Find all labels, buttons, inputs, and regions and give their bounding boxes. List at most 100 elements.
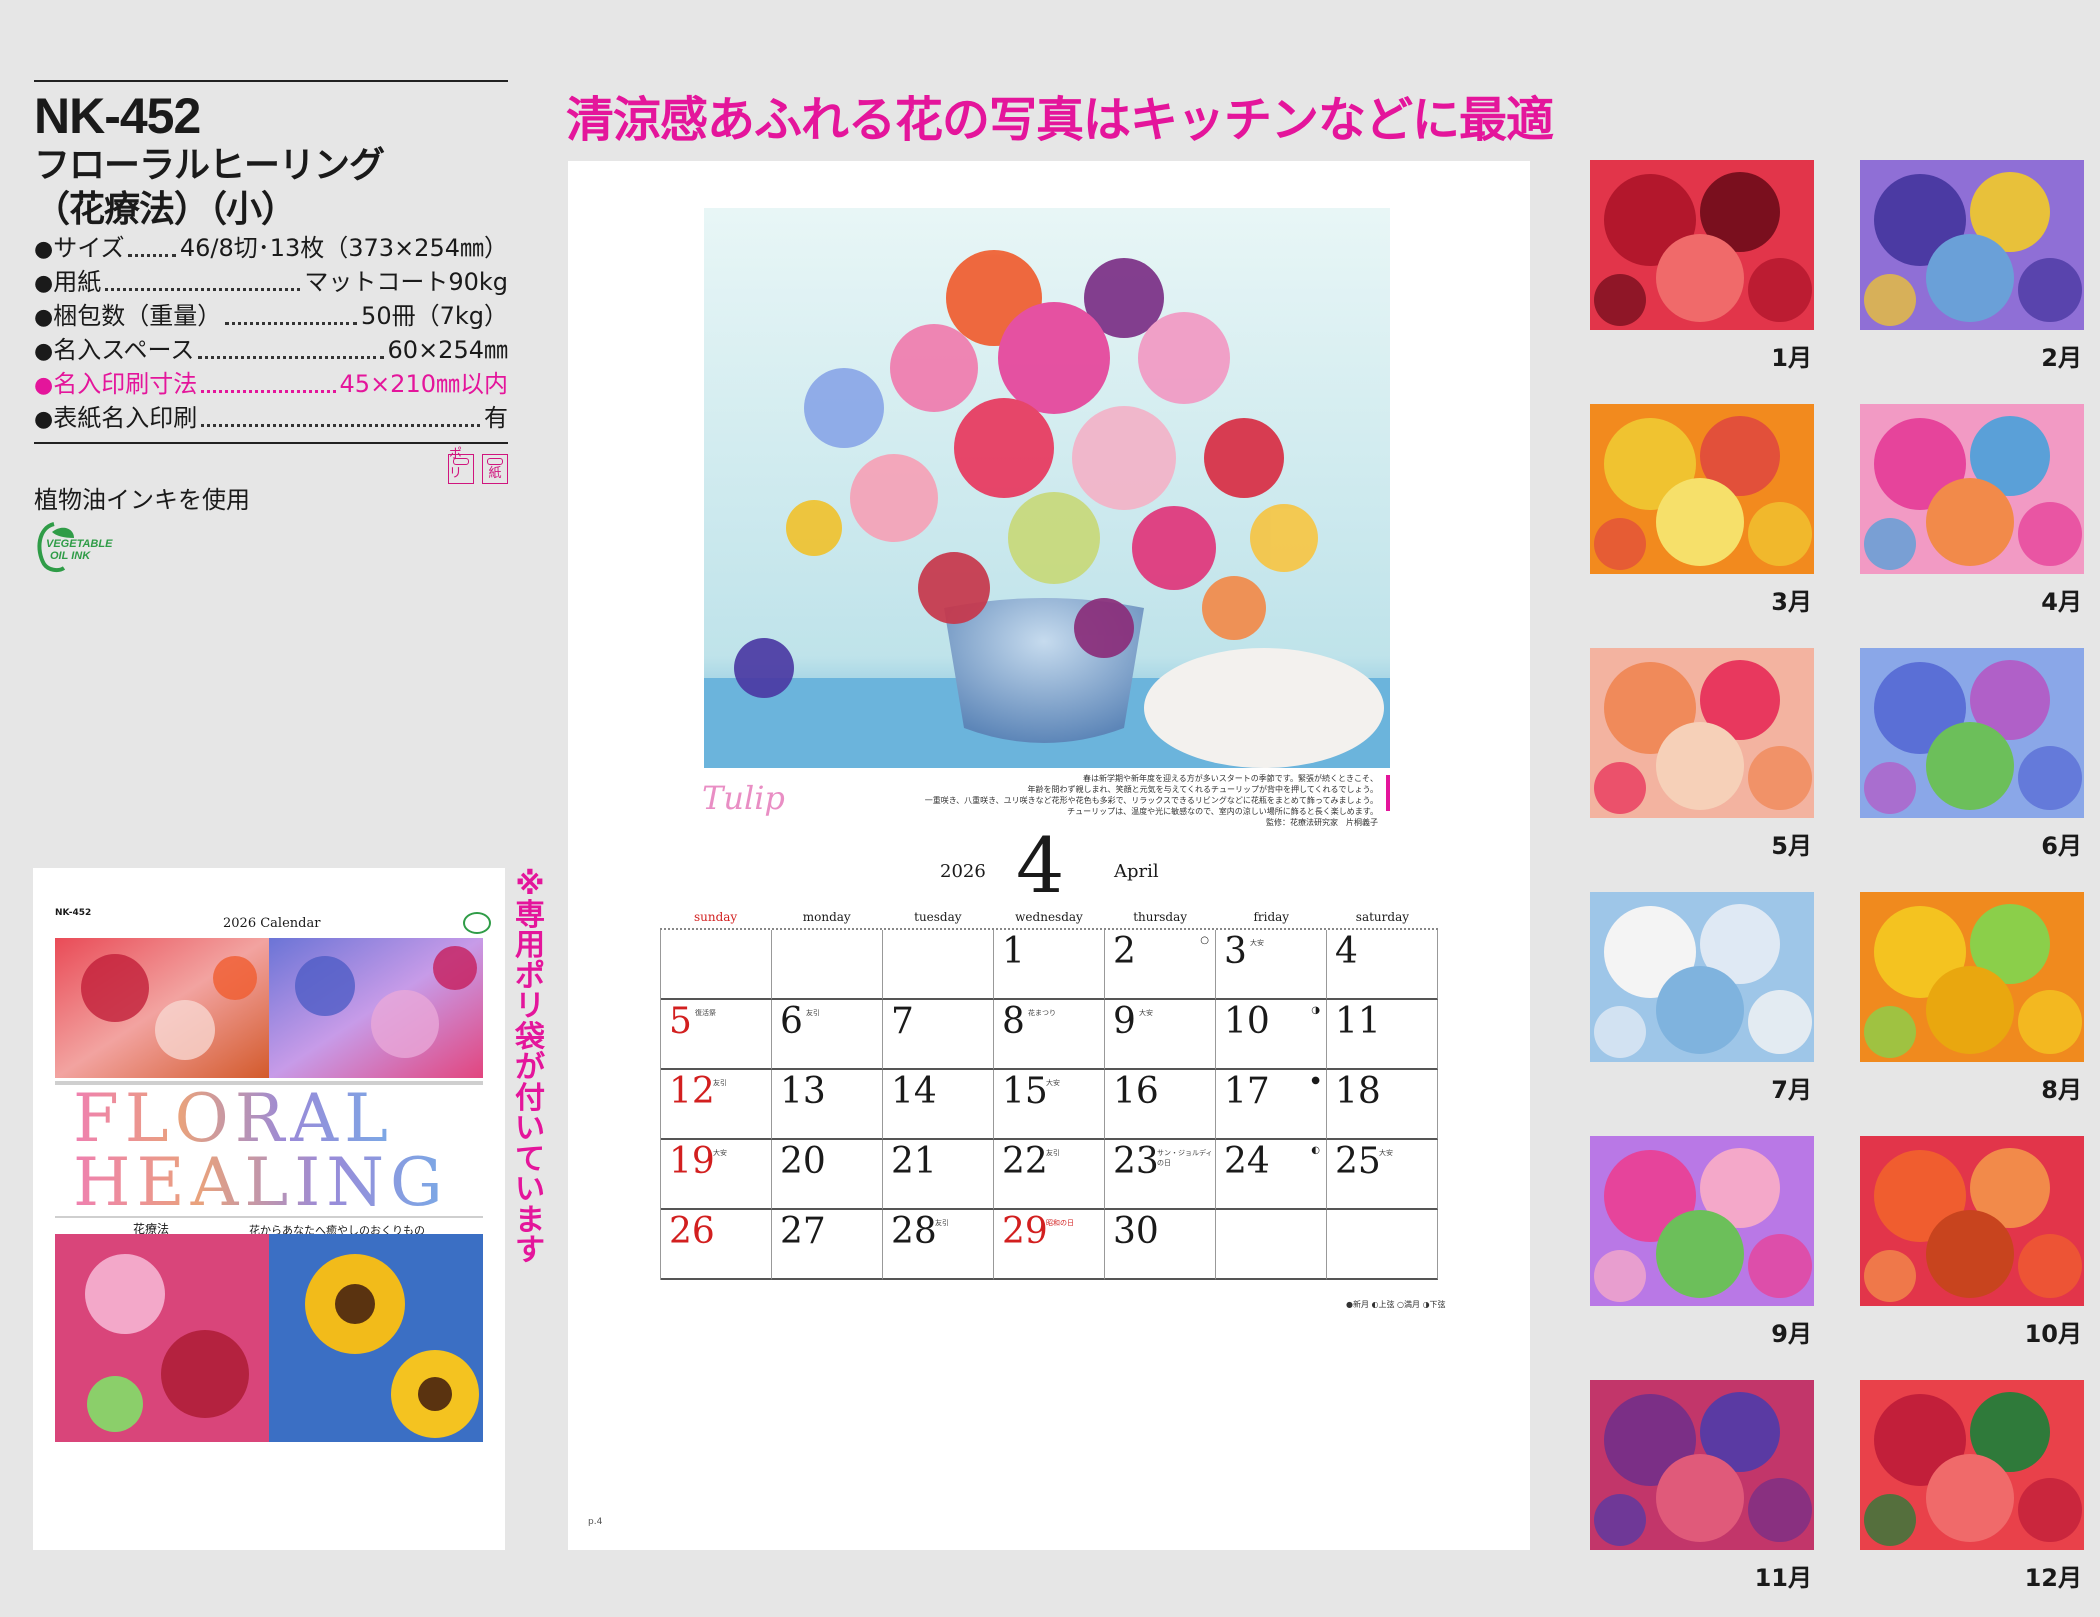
moon-phase-icon: ● xyxy=(1311,1075,1320,1086)
calendar-day-cell: 13 xyxy=(772,1070,883,1140)
day-note: 友引 xyxy=(806,1009,820,1017)
day-number: 5 xyxy=(669,1001,692,1042)
calendar-day-cell: 30 xyxy=(1105,1210,1216,1280)
spec-leader xyxy=(201,368,336,393)
weekday-tuesday: tuesday xyxy=(914,910,962,924)
page-number: p.4 xyxy=(588,1517,603,1527)
month-photo-thumbnail xyxy=(1590,160,1814,330)
weekday-thursday: thursday xyxy=(1133,910,1188,924)
month-label: 5月 xyxy=(1771,832,1812,860)
desc-line: 春は新学期や新年度を迎える方が多いスタートの季節です。緊張が続くときこそ、 xyxy=(1083,774,1378,783)
month-photo-thumbnail xyxy=(1860,1380,2084,1550)
calendar-day-cell: 12 友引 xyxy=(661,1070,772,1140)
month-label: 7月 xyxy=(1771,1076,1812,1104)
day-number: 23 xyxy=(1113,1141,1159,1182)
calendar-day-cell: 8 花まつり xyxy=(994,1000,1105,1070)
spec-value: 50冊（7kg） xyxy=(361,302,508,330)
month-photo-thumbnail xyxy=(1860,160,2084,330)
headline: 清涼感あふれる花の写真はキッチンなどに最適 xyxy=(566,92,1554,148)
day-number: 13 xyxy=(780,1071,826,1112)
day-note: 復活祭 xyxy=(695,1009,716,1017)
day-number: 15 xyxy=(1002,1071,1048,1112)
day-number: 6 xyxy=(780,1001,803,1042)
day-number: 7 xyxy=(891,1001,914,1042)
calendar-cover-preview: NK-452 2026 Calendar FLORAL HEALING 花療法 … xyxy=(33,868,505,1550)
tulip-bouquet-photo xyxy=(704,208,1390,768)
day-note: 友引 xyxy=(713,1079,727,1087)
month-photo-thumbnail xyxy=(1860,1136,2084,1306)
flower-name: Tulip xyxy=(702,779,785,817)
desc-line: チューリップは、温度や光に敏感なので、室内の涼しい場所に飾ると長く楽しめます。 xyxy=(1067,807,1378,816)
month-label: 6月 xyxy=(2041,832,2082,860)
day-number: 27 xyxy=(780,1211,826,1252)
spec-value: マットコート90kg xyxy=(304,268,508,296)
day-number: 21 xyxy=(891,1141,937,1182)
calendar-day-cell: 19 大安 xyxy=(661,1140,772,1210)
day-number: 17 xyxy=(1224,1071,1270,1112)
month-photo-thumbnail xyxy=(1590,404,1814,574)
month-label: 9月 xyxy=(1771,1320,1812,1348)
month-label: 12月 xyxy=(2024,1564,2082,1592)
cover-calendar-label: 2026 Calendar xyxy=(223,916,321,931)
day-number: 10 xyxy=(1224,1001,1270,1042)
moon-phase-icon: ○ xyxy=(1200,935,1209,946)
product-title-line2: （花療法）（小） xyxy=(34,189,297,230)
day-note: サン・ジョルディの日 xyxy=(1157,1149,1213,1167)
spec-leader xyxy=(105,266,301,291)
day-number: 19 xyxy=(669,1141,715,1182)
month-label: 4月 xyxy=(2041,588,2082,616)
cover-brand: NK-452 xyxy=(55,908,92,918)
spec-leader xyxy=(225,300,358,325)
moon-phase-icon: ◑ xyxy=(1311,1005,1320,1016)
day-number: 30 xyxy=(1113,1211,1159,1252)
spec-top-rule xyxy=(34,80,508,82)
moon-phase-icon: ◐ xyxy=(1311,1145,1320,1156)
spec-list: ●サイズ 46/8切･13枚（373×254㎜） ●用紙 マットコート90kg ●梱包数… xyxy=(34,232,508,436)
calendar-day-cell: 4 xyxy=(1327,930,1438,1000)
ink-note: 植物油インキを使用 xyxy=(34,486,250,514)
weekday-wednesday: wednesday xyxy=(1015,910,1083,924)
spec-value: 有 xyxy=(484,404,508,432)
day-number: 26 xyxy=(669,1211,715,1252)
day-number: 2 xyxy=(1113,931,1136,972)
month-photo-thumbnail xyxy=(1590,648,1814,818)
weekday-saturday: saturday xyxy=(1355,910,1410,924)
calendar-day-cell: 6 友引 xyxy=(772,1000,883,1070)
day-number: 4 xyxy=(1335,931,1358,972)
day-number: 9 xyxy=(1113,1001,1136,1042)
spec-label: 名入スペース xyxy=(53,336,195,364)
calendar-day-cell: 22 友引 xyxy=(994,1140,1105,1210)
spec-label: 名入印刷寸法 xyxy=(53,370,198,398)
day-note: 大安 xyxy=(1139,1009,1153,1017)
day-note: 昭和の日 xyxy=(1046,1219,1074,1227)
calendar-month-number: 4 xyxy=(1016,821,1065,910)
weekday-monday: monday xyxy=(802,910,851,924)
calendar-day-cell: 23 サン・ジョルディの日 xyxy=(1105,1140,1216,1210)
spec-leader xyxy=(128,232,176,257)
day-number: 16 xyxy=(1113,1071,1159,1112)
calendar-day-cell: 27 xyxy=(772,1210,883,1280)
calendar-day-cell: 26 xyxy=(661,1210,772,1280)
spec-leader xyxy=(198,334,384,359)
calendar-day-cell: 29 昭和の日 xyxy=(994,1210,1105,1280)
calendar-day-cell: 5 復活祭 xyxy=(661,1000,772,1070)
spec-row: ●用紙 マットコート90kg xyxy=(34,266,508,300)
vegetable-oil-ink-logo: VEGETABLE OIL INK xyxy=(34,520,124,578)
calendar-day-cell: 2 ○ xyxy=(1105,930,1216,1000)
spec-label: サイズ xyxy=(53,234,125,262)
calendar-month-name: April xyxy=(1114,861,1159,882)
calendar-day-cell: 3 大安 xyxy=(1216,930,1327,1000)
calendar-day-cell: 9 大安 xyxy=(1105,1000,1216,1070)
day-number: 29 xyxy=(1002,1211,1048,1252)
month-label: 1月 xyxy=(1771,344,1812,372)
day-note: 友引 xyxy=(1046,1149,1060,1157)
month-label: 8月 xyxy=(2041,1076,2082,1104)
cover-photo-top xyxy=(55,938,483,1078)
ink-logo-text1: VEGETABLE xyxy=(46,538,113,550)
month-photo-thumbnail xyxy=(1590,892,1814,1062)
day-number: 12 xyxy=(669,1071,715,1112)
spec-value: 46/8切･13枚（373×254㎜） xyxy=(179,234,508,262)
spec-row: ●名入スペース 60×254㎜ xyxy=(34,334,508,368)
weekday-sunday: sunday xyxy=(693,910,738,924)
cover-divider2 xyxy=(55,1216,483,1218)
